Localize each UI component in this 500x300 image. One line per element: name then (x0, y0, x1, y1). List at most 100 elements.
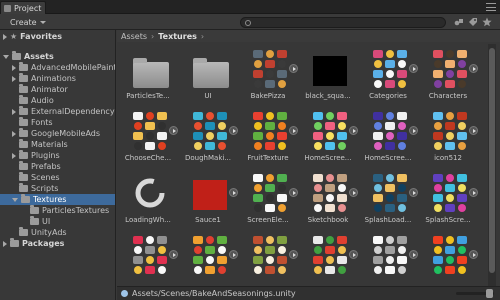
asset-item[interactable] (419, 230, 478, 292)
search-input[interactable] (255, 18, 435, 27)
scene-asset-icon (121, 290, 128, 297)
tree-folder[interactable]: Scenes (0, 172, 115, 183)
expand-sprites-icon[interactable] (469, 250, 478, 259)
asset-item[interactable]: BakePizza (239, 44, 298, 106)
tree-folder[interactable]: Fonts (0, 117, 115, 128)
create-button[interactable]: Create (6, 17, 50, 28)
asset-grid-scrollbar[interactable] (488, 44, 496, 286)
asset-item[interactable]: Characters (419, 44, 478, 106)
asset-item[interactable] (119, 230, 178, 292)
asset-item[interactable]: DoughMaki... (179, 106, 238, 168)
asset-name: HomeScree... (304, 154, 352, 162)
tree-folder[interactable]: AdvancedMobilePaint (0, 62, 115, 73)
breadcrumb-current[interactable]: Textures (158, 32, 197, 41)
asset-item[interactable]: HomeScree... (359, 106, 418, 168)
expand-arrow-icon[interactable] (3, 240, 7, 247)
expand-sprites-icon[interactable] (229, 126, 238, 135)
tree-folder[interactable]: Animations (0, 73, 115, 84)
expand-sprites-icon[interactable] (289, 188, 298, 197)
asset-item[interactable]: black_squa... (299, 44, 357, 106)
filter-by-type-icon[interactable] (454, 17, 464, 27)
expand-arrow-icon[interactable] (12, 75, 16, 82)
asset-name: HomeScree... (364, 154, 412, 162)
expand-sprites-icon[interactable] (289, 250, 298, 259)
expand-arrow-icon[interactable] (3, 33, 7, 40)
tree-folder[interactable]: ExternalDependencyManager (0, 106, 115, 117)
collapse-arrow-icon[interactable] (3, 54, 9, 59)
expand-sprites-icon[interactable] (349, 188, 358, 197)
asset-item[interactable] (179, 230, 238, 292)
asset-item[interactable]: Sketchbook (299, 168, 358, 230)
texture-thumbnail (251, 172, 289, 214)
expand-sprites-icon[interactable] (349, 250, 358, 259)
search-field[interactable] (240, 17, 446, 28)
asset-item[interactable]: ScreenEle... (239, 168, 298, 230)
tree-packages[interactable]: Packages (0, 238, 115, 249)
asset-folder[interactable]: UI (179, 44, 237, 106)
tree-favorites[interactable]: ★ Favorites (0, 31, 115, 42)
expand-sprites-icon[interactable] (229, 188, 238, 197)
asset-item[interactable]: Categories (359, 44, 418, 106)
tree-folder-textures[interactable]: Textures (0, 194, 115, 205)
tree-folder[interactable]: Prefabs (0, 161, 115, 172)
expand-sprites-icon[interactable] (409, 126, 418, 135)
asset-item[interactable]: SplashLoad... (359, 168, 418, 230)
texture-thumbnail (251, 110, 289, 152)
tree-folder[interactable]: Audio (0, 95, 115, 106)
filter-by-label-icon[interactable] (468, 17, 478, 27)
expand-sprites-icon[interactable] (229, 250, 238, 259)
tree-folder[interactable]: Plugins (0, 150, 115, 161)
expand-sprites-icon[interactable] (409, 188, 418, 197)
expand-sprites-icon[interactable] (169, 250, 178, 259)
expand-arrow-icon[interactable] (12, 64, 16, 71)
project-tab[interactable]: Project (0, 1, 46, 14)
expand-sprites-icon[interactable] (409, 64, 418, 73)
tree-folder[interactable]: GoogleMobileAds (0, 128, 115, 139)
asset-folder[interactable]: ParticlesTe... (119, 44, 177, 106)
tree-folder[interactable]: Scripts (0, 183, 115, 194)
asset-item[interactable]: SplashScre... (419, 168, 478, 230)
texture-thumbnail (311, 172, 349, 214)
slider-handle[interactable] (486, 289, 493, 298)
asset-item[interactable]: FruitTexture (239, 106, 298, 168)
expand-arrow-icon[interactable] (12, 108, 16, 115)
asset-name: BakePizza (250, 92, 286, 100)
tree-folder[interactable]: UI (0, 216, 115, 227)
tree-folder[interactable]: ParticlesTextures (0, 205, 115, 216)
collapse-arrow-icon[interactable] (12, 197, 18, 202)
expand-sprites-icon[interactable] (469, 188, 478, 197)
tree-folder[interactable]: Materials (0, 139, 115, 150)
asset-item[interactable]: LoadingWh... (119, 168, 177, 230)
expand-sprites-icon[interactable] (409, 250, 418, 259)
folder-icon (19, 183, 28, 192)
expand-sprites-icon[interactable] (349, 126, 358, 135)
expand-sprites-icon[interactable] (169, 126, 178, 135)
expand-sprites-icon[interactable] (469, 126, 478, 135)
expand-sprites-icon[interactable] (289, 64, 298, 73)
tree-folder-label: ExternalDependencyManager (31, 107, 115, 116)
expand-arrow-icon[interactable] (12, 130, 16, 137)
asset-item[interactable]: icon512 (419, 106, 478, 168)
asset-item[interactable] (299, 230, 358, 292)
thumbnail-size-slider[interactable] (456, 289, 494, 298)
expand-arrow-icon[interactable] (12, 152, 16, 159)
tree-folder[interactable]: UnityAds (0, 227, 115, 238)
asset-item[interactable] (239, 230, 298, 292)
asset-item[interactable] (359, 230, 418, 292)
breadcrumb-root[interactable]: Assets (121, 32, 147, 41)
asset-name: LoadingWh... (125, 216, 171, 224)
expand-sprites-icon[interactable] (289, 126, 298, 135)
tree-assets[interactable]: Assets (0, 51, 115, 62)
folder-icon (30, 205, 39, 214)
asset-item[interactable]: Sauce1 (179, 168, 238, 230)
asset-item[interactable]: HomeScree... (299, 106, 358, 168)
tree-folder-label: Fonts (31, 118, 53, 127)
scrollbar-thumb[interactable] (489, 48, 495, 273)
tree-folder[interactable]: Animator (0, 84, 115, 95)
expand-sprites-icon[interactable] (469, 64, 478, 73)
texture-thumbnail (311, 234, 349, 276)
breadcrumb-separator-icon: › (200, 31, 205, 41)
favorite-star-icon[interactable] (482, 17, 492, 27)
asset-item[interactable]: ChooseChe... (119, 106, 178, 168)
window-menu-icon[interactable] (486, 3, 496, 11)
